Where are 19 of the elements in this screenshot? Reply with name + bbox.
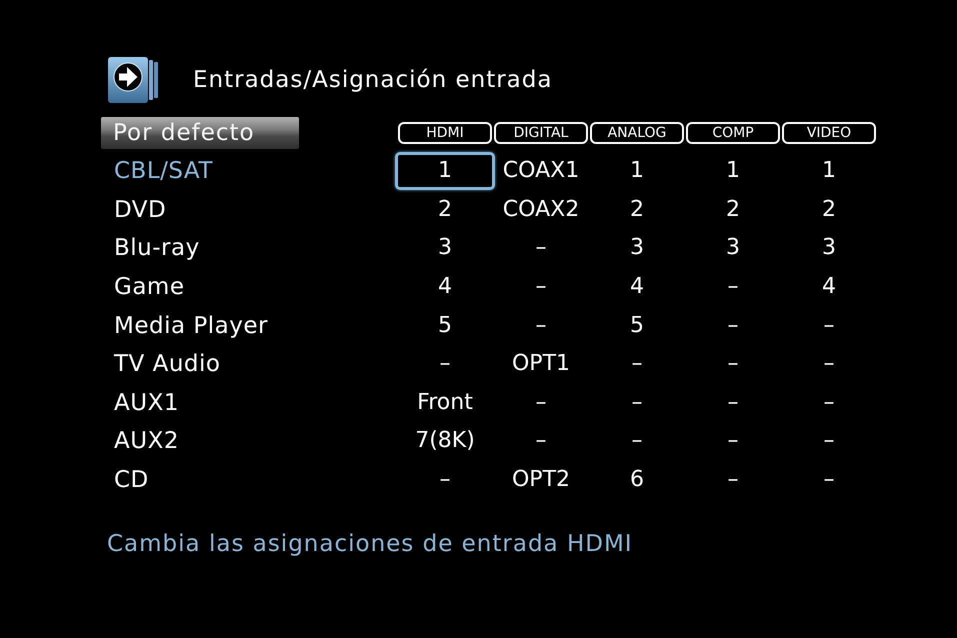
source-label[interactable]: CBL/SAT xyxy=(101,156,213,186)
help-text: Cambia las asignaciones de entrada HDMI xyxy=(106,530,634,560)
column-header: VIDEO xyxy=(782,122,876,144)
source-label[interactable]: AUX2 xyxy=(101,426,179,456)
default-button[interactable]: Por defecto xyxy=(101,117,299,149)
source-label[interactable]: TV Audio xyxy=(101,349,220,380)
source-label[interactable]: Blu-ray xyxy=(101,233,200,264)
table-cell[interactable]: 1 xyxy=(395,152,495,190)
source-label[interactable]: DVD xyxy=(101,194,166,225)
column-header: HDMI xyxy=(398,122,492,144)
source-label[interactable]: AUX1 xyxy=(101,388,179,418)
source-label[interactable]: Media Player xyxy=(101,310,268,341)
column-header: DIGITAL xyxy=(494,122,588,144)
source-label[interactable]: CD xyxy=(101,465,149,496)
screen-title: Entradas/Asignación entrada xyxy=(193,66,552,95)
column-header: COMP xyxy=(686,122,780,144)
arrow-circle-icon xyxy=(108,57,160,103)
column-header: ANALOG xyxy=(590,122,684,144)
source-label[interactable]: Game xyxy=(101,272,184,302)
